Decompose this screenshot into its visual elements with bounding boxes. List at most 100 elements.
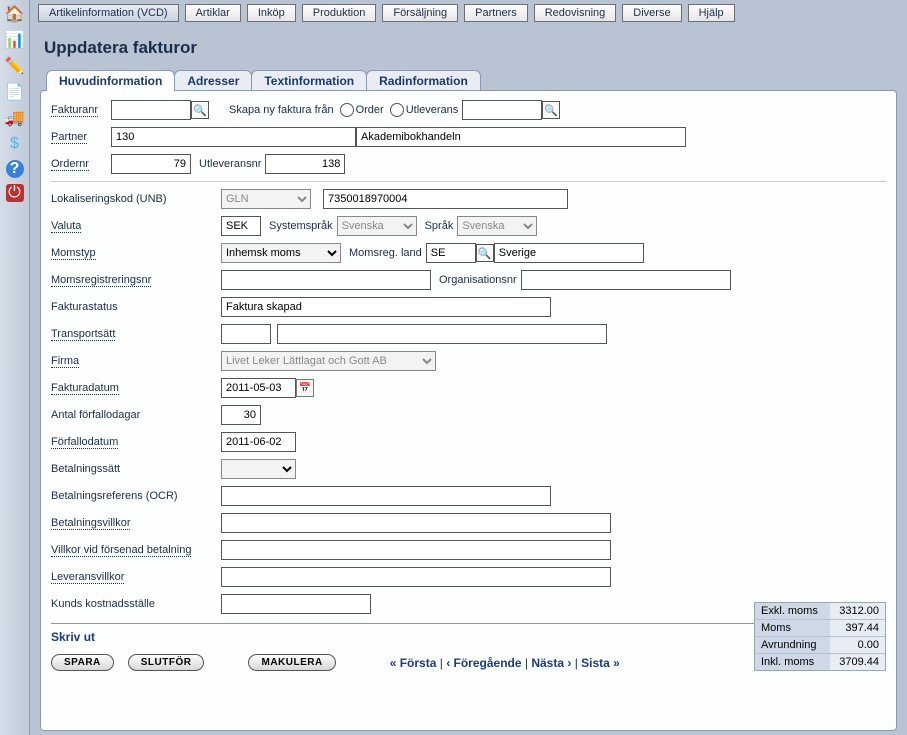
utleverans-label: Utleverans [406,104,459,116]
fakturanr-label: Fakturanr [51,104,98,117]
momsreg-lookup-icon[interactable]: 🔍 [476,244,494,262]
firma-label: Firma [51,355,79,368]
orgnr-label: Organisationsnr [439,274,517,286]
menu-produktion[interactable]: Produktion [302,4,377,22]
tab-huvudinformation[interactable]: Huvudinformation [46,70,175,91]
momsreg-label: Momsreg. land [349,247,422,259]
momsregnr-label: Momsregistreringsnr [51,274,151,287]
sprak-select[interactable]: Svenska [457,216,537,236]
inkl-label: Inkl. moms [755,654,830,670]
momstyp-label: Momstyp [51,247,96,260]
order-label: Order [356,104,384,116]
nav-first[interactable]: « Första [390,656,437,670]
antal-input[interactable] [221,405,261,425]
power-icon[interactable]: ⏻ [6,184,24,202]
systemsprak-label: Systemspråk [269,220,333,232]
fakturanr-input[interactable] [111,100,191,120]
betsatt-label: Betalningssätt [51,463,221,475]
partner-label: Partner [51,131,87,144]
ordernr-label: Ordernr [51,158,89,171]
partner-name-input [356,127,686,147]
nav-last[interactable]: Sista » [581,656,620,670]
momsregnr-input[interactable] [221,270,431,290]
moms-label: Moms [755,620,830,637]
avr-label: Avrundning [755,637,830,654]
transport-name-input [277,324,607,344]
fakturadatum-label: Fakturadatum [51,382,119,395]
forsenad-input[interactable] [221,540,611,560]
tab-textinformation[interactable]: Textinformation [251,70,367,91]
momsreg-code-input[interactable] [426,243,476,263]
avr-value: 0.00 [830,637,885,654]
forfallo-label: Förfallodatum [51,436,118,449]
menu-forsaljning[interactable]: Försäljning [382,4,458,22]
money-icon[interactable]: $ [5,134,25,154]
transport-code-input [221,324,271,344]
systemsprak-select[interactable]: Svenska [337,216,417,236]
ordernr-input [111,154,191,174]
spara-button[interactable]: SPARA [51,654,114,671]
menu-partners[interactable]: Partners [464,4,528,22]
chart-icon[interactable]: 📊 [5,30,25,50]
status-label: Fakturastatus [51,301,221,313]
partner-code-input [111,127,356,147]
inkl-value: 3709.44 [830,654,885,670]
moms-value: 397.44 [830,620,885,637]
betvillkor-label: Betalningsvillkor [51,517,130,530]
ocr-input[interactable] [221,486,551,506]
tab-radinformation[interactable]: Radinformation [366,70,481,91]
momsreg-name-input [494,243,644,263]
fakturadatum-input[interactable] [221,378,296,398]
unb-value-input [323,189,568,209]
order-radio[interactable] [340,103,354,117]
fakturanr-lookup-icon[interactable]: 🔍 [191,101,209,119]
menu-inkop[interactable]: Inköp [247,4,296,22]
help-icon[interactable]: ? [6,160,24,178]
utleveransnr-label: Utleveransnr [199,158,261,170]
exkl-value: 3312.00 [830,603,885,620]
forsenad-label: Villkor vid försenad betalning [51,544,191,557]
valuta-input [221,216,261,236]
makulera-button[interactable]: MAKULERA [248,654,335,671]
menu-artikelinfo[interactable]: Artikelinformation (VCD) [38,4,179,22]
tab-adresser[interactable]: Adresser [174,70,252,91]
edit-icon[interactable]: ✏️ [5,56,25,76]
page-title: Uppdatera fakturor [40,32,897,70]
totals-box: Exkl. moms3312.00 Moms397.44 Avrundning0… [754,602,886,671]
ocr-label: Betalningsreferens (OCR) [51,490,221,502]
kostnad-label: Kunds kostnadsställe [51,598,221,610]
orgnr-input [521,270,731,290]
firma-select[interactable]: Livet Leker Lättlagat och Gott AB [221,351,436,371]
forfallo-input [221,432,296,452]
transport-label: Transportsätt [51,328,115,341]
document-icon[interactable]: 📄 [5,82,25,102]
slutfor-button[interactable]: SLUTFÖR [128,654,205,671]
antal-label: Antal förfallodagar [51,409,221,421]
utleverans-lookup-icon[interactable]: 🔍 [542,101,560,119]
exkl-label: Exkl. moms [755,603,830,620]
menu-diverse[interactable]: Diverse [622,4,681,22]
utleveransnr-input [265,154,345,174]
sidebar: 🏠 📊 ✏️ 📄 🚚 $ ? ⏻ [0,0,30,735]
kostnad-input[interactable] [221,594,371,614]
print-link[interactable]: Skriv ut [51,630,95,644]
calendar-icon[interactable]: 📅 [296,379,314,397]
truck-icon[interactable]: 🚚 [5,108,25,128]
menu-hjalp[interactable]: Hjälp [688,4,735,22]
skapa-label: Skapa ny faktura från [229,104,334,116]
top-menu: Artikelinformation (VCD) Artiklar Inköp … [30,0,907,26]
nav-next[interactable]: Nästa › [531,656,571,670]
nav-prev[interactable]: ‹ Föregående [446,656,521,670]
momstyp-select[interactable]: Inhemsk moms [221,243,341,263]
levvillkor-input[interactable] [221,567,611,587]
betsatt-select[interactable] [221,459,296,479]
home-icon[interactable]: 🏠 [5,4,25,24]
utleverans-input [462,100,542,120]
valuta-label: Valuta [51,220,81,233]
utleverans-radio[interactable] [390,103,404,117]
menu-artiklar[interactable]: Artiklar [185,4,241,22]
menu-redovisning[interactable]: Redovisning [534,4,617,22]
unb-type-select[interactable]: GLN [221,189,311,209]
tabs: Huvudinformation Adresser Textinformatio… [46,70,897,91]
betvillkor-input[interactable] [221,513,611,533]
